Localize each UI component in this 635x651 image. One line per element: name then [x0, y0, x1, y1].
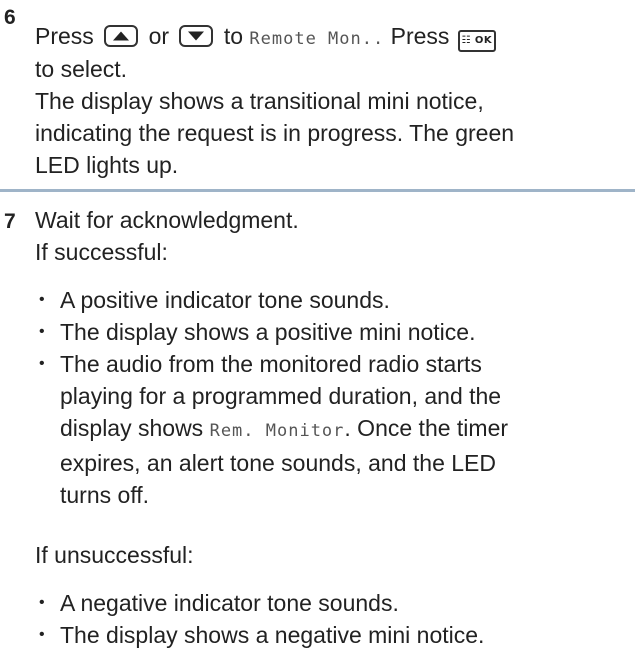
display-text-rem-monitor: Rem. Monitor [209, 421, 345, 441]
list-item: A negative indicator tone sounds. [35, 587, 484, 619]
step-6-para-line: LED lights up. [35, 152, 179, 178]
text-press: Press [35, 23, 94, 49]
step-divider [0, 189, 635, 192]
text-or: or [148, 23, 170, 49]
step-6-para-line: indicating the request is in progress. T… [35, 120, 515, 146]
fail-bullet-list: A negative indicator tone sounds. The di… [35, 587, 484, 651]
step-number: 7 [4, 210, 16, 233]
down-arrow-key-icon [179, 25, 214, 47]
list-item: A positive indicator tone sounds. [35, 284, 508, 316]
step-7-line: Wait for acknowledgment. [35, 207, 299, 233]
step-6-para-line: The display shows a transitional mini no… [35, 88, 484, 114]
list-item: The audio from the monitored radio start… [35, 348, 508, 511]
step-6-line-2: to select. [35, 56, 128, 82]
text-to: to [223, 23, 243, 49]
step-number: 6 [4, 6, 16, 29]
display-text-remote-mon: Remote Mon.. [249, 29, 385, 49]
list-item: The display shows a negative mini notice… [35, 619, 484, 651]
text-press-2: Press [390, 23, 450, 49]
menu-ok-key-icon: ☷ OK [457, 30, 496, 52]
list-item: The display shows a positive mini notice… [35, 316, 508, 348]
up-arrow-key-icon [104, 25, 139, 47]
step-6-instruction-line: Press or to Remote Mon.. Press ☷ OK [35, 20, 496, 55]
step-7-line: If successful: [35, 239, 168, 265]
success-bullet-list: A positive indicator tone sounds. The di… [35, 284, 508, 511]
unsuccessful-label: If unsuccessful: [35, 542, 194, 568]
